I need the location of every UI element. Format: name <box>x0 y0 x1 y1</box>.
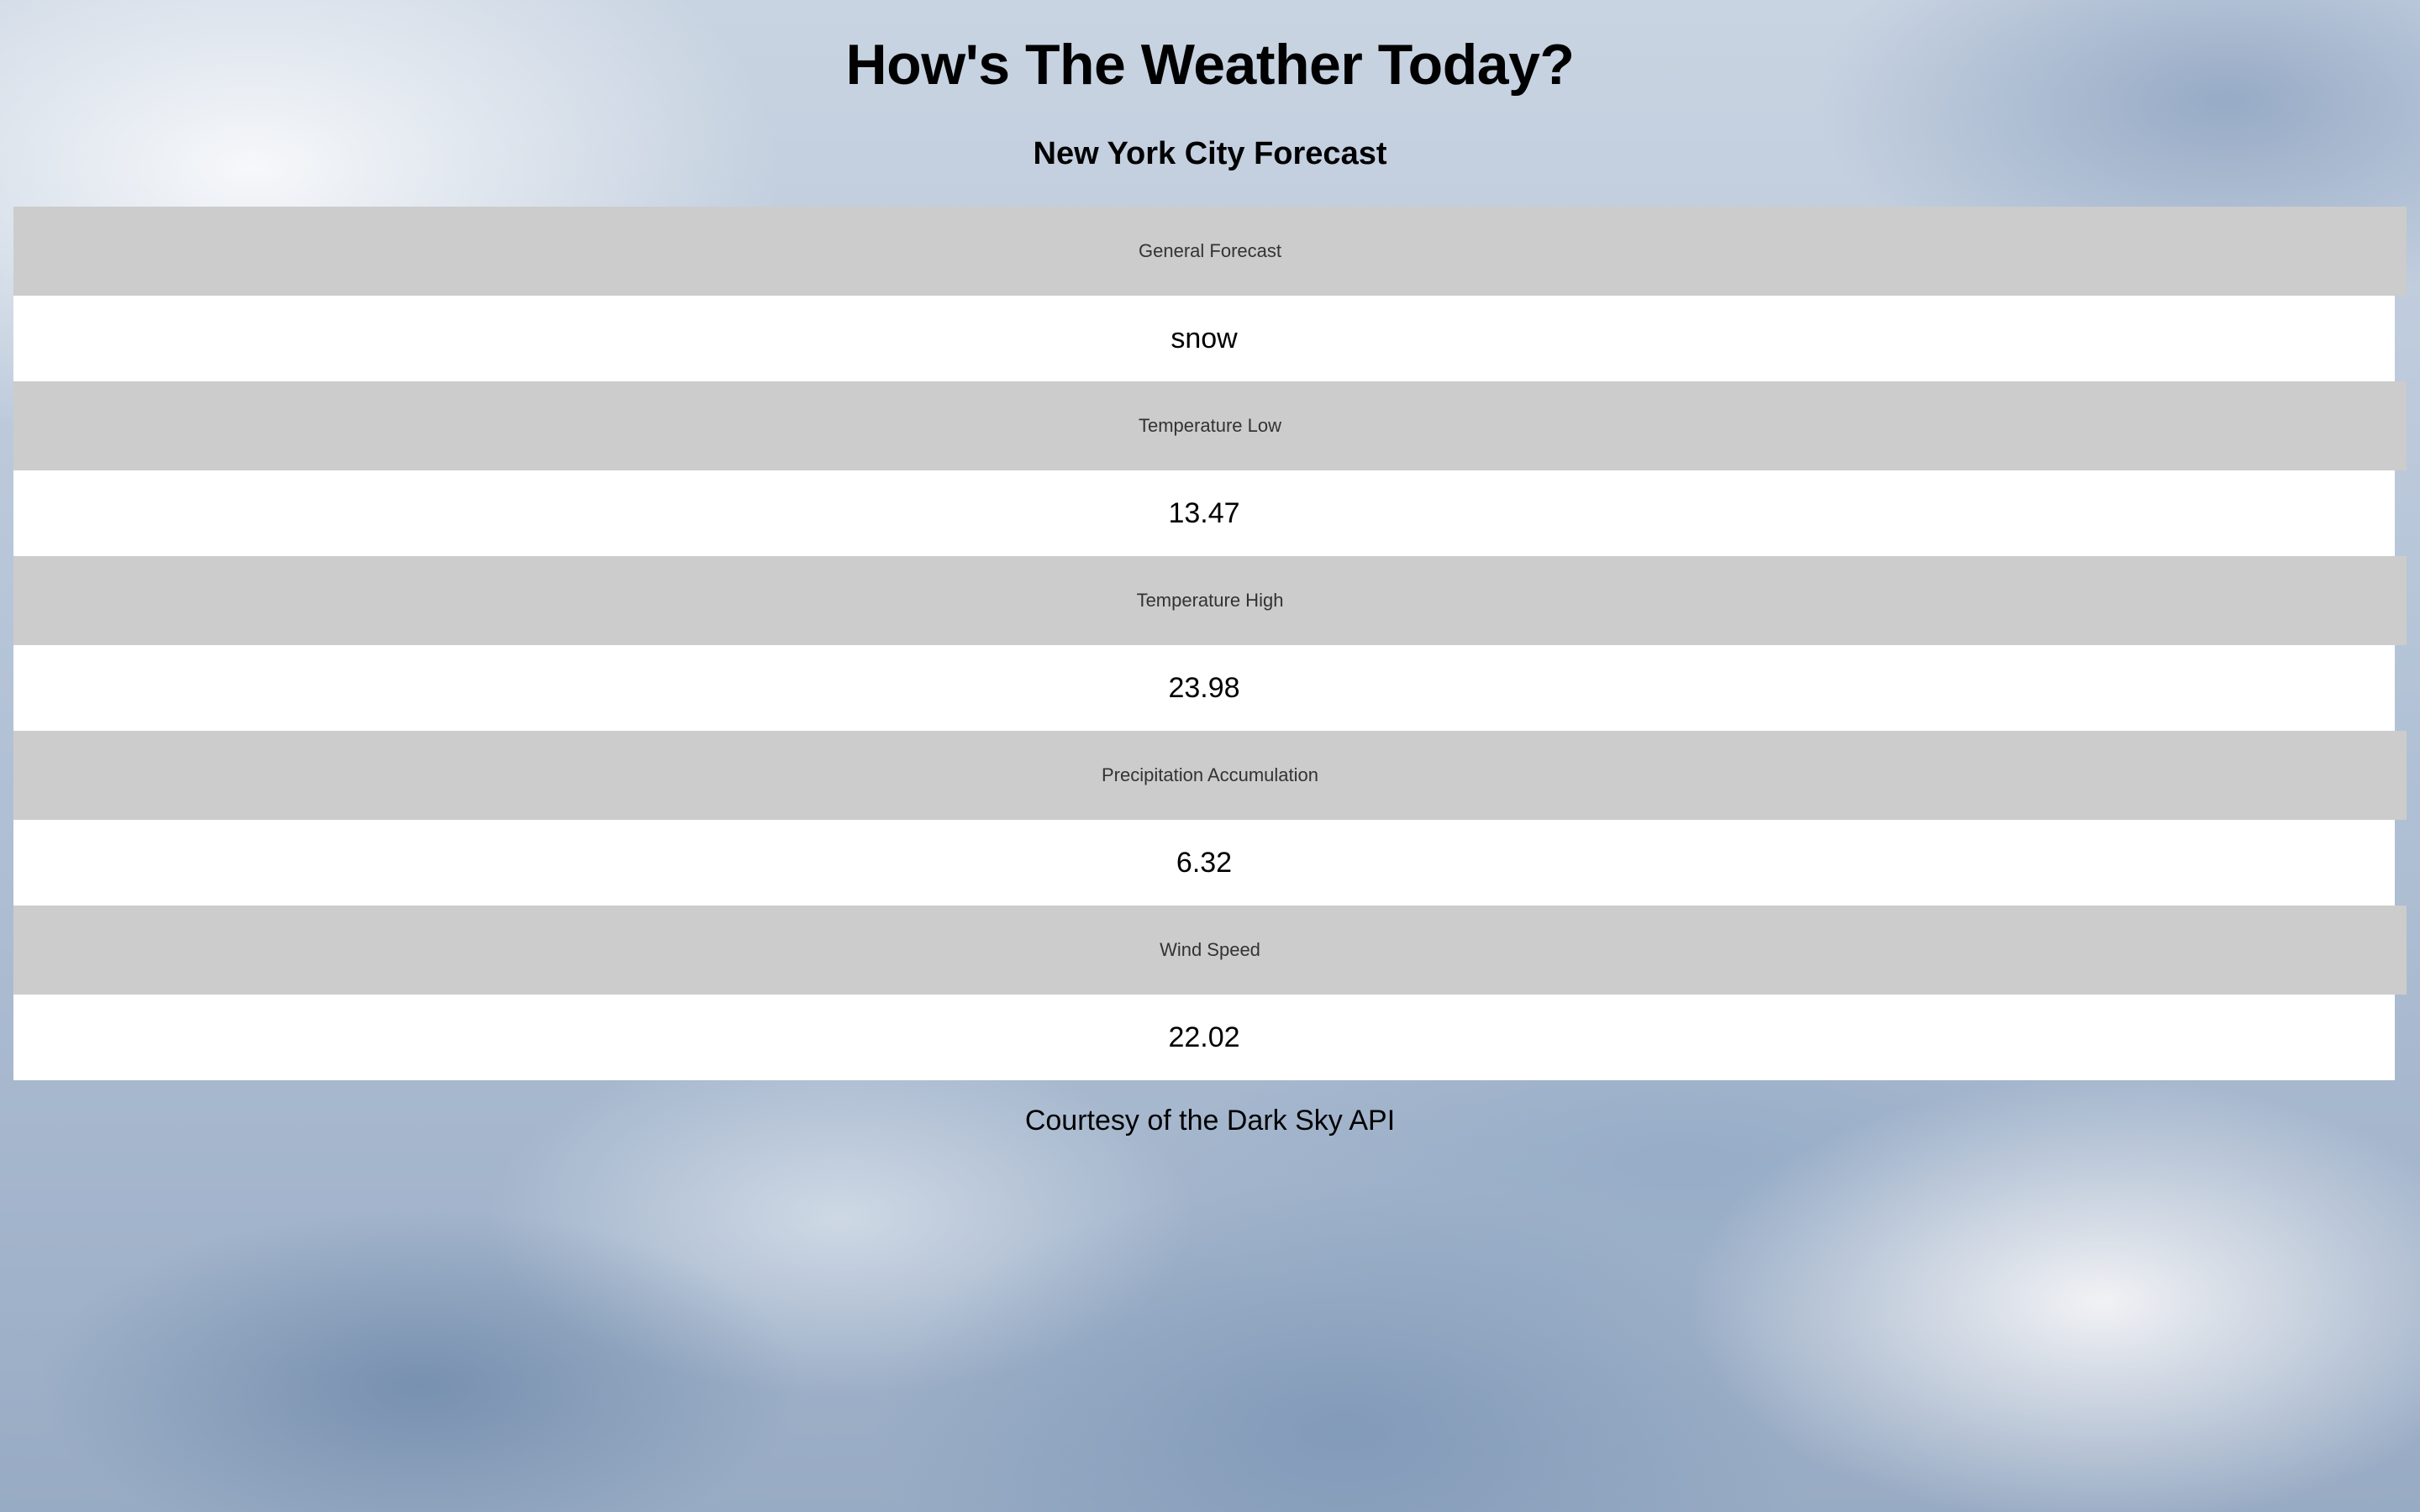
temperature-low-label: Temperature Low <box>13 381 2407 470</box>
temperature-low-value: 13.47 <box>13 470 2395 556</box>
api-credit: Courtesy of the Dark Sky API <box>1024 1105 1396 1137</box>
general-forecast-label: General Forecast <box>13 207 2407 296</box>
forecast-subtitle: New York City Forecast <box>1033 136 1387 171</box>
general-forecast-value: snow <box>13 296 2395 381</box>
temperature-high-value: 23.98 <box>13 645 2395 731</box>
wind-speed-value: 22.02 <box>13 995 2395 1080</box>
page-title: How's The Weather Today? <box>845 33 1575 97</box>
temperature-high-label: Temperature High <box>13 556 2407 645</box>
forecast-table: General Forecast snow Temperature Low 13… <box>13 207 2407 1080</box>
wind-speed-label: Wind Speed <box>13 906 2407 995</box>
weather-page: How's The Weather Today? New York City F… <box>0 0 2420 1512</box>
precipitation-accumulation-label: Precipitation Accumulation <box>13 731 2407 820</box>
precipitation-accumulation-value: 6.32 <box>13 820 2395 906</box>
